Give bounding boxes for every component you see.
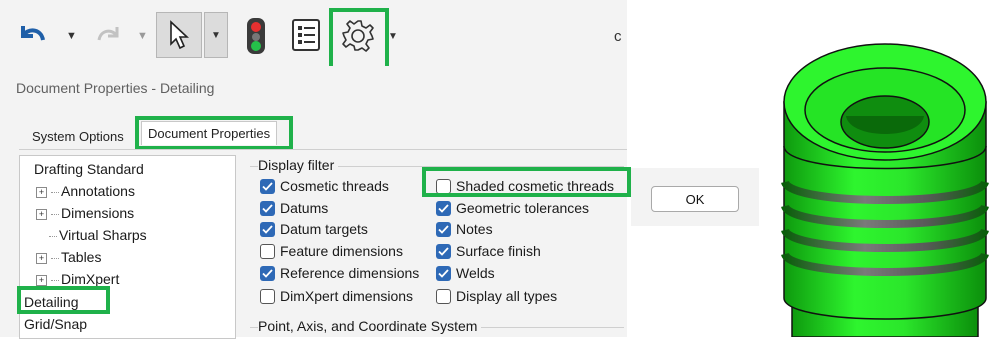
toolbar: ▼ ▼ ▼ ▼ c [0, 0, 627, 66]
tree-item-label: Tables [61, 249, 102, 265]
expander-icon[interactable]: + [36, 274, 47, 286]
checkbox-reference-dimensions[interactable]: Reference dimensions [260, 265, 419, 281]
checkbox-datums[interactable]: Datums [260, 200, 328, 216]
checkbox-dimxpert-dimensions[interactable]: DimXpert dimensions [260, 288, 413, 304]
checkbox-cosmetic-threads[interactable]: Cosmetic threads [260, 178, 389, 194]
checkbox-label: Datums [280, 200, 329, 216]
checkbox-checked-icon[interactable] [260, 200, 275, 216]
tree-item-dimxpert[interactable]: + DimXpert [36, 271, 119, 287]
tree-item-annotations[interactable]: + Annotations [36, 183, 135, 199]
tree-item-virtual-sharps[interactable]: Virtual Sharps [49, 227, 147, 243]
properties-list-icon[interactable] [288, 16, 324, 54]
checkbox-checked-icon[interactable] [260, 221, 275, 237]
checkbox-label: DimXpert dimensions [280, 288, 414, 304]
checkbox-checked-icon[interactable] [436, 265, 451, 281]
undo-icon[interactable] [14, 18, 50, 52]
tree-item-label: DimXpert [61, 271, 120, 287]
point-axis-group-title: Point, Axis, and Coordinate System [258, 318, 482, 334]
checkbox-feature-dimensions[interactable]: Feature dimensions [260, 243, 403, 259]
checkbox-label: Geometric tolerances [456, 200, 590, 216]
tree-connector [51, 279, 59, 281]
checkbox-checked-icon[interactable] [260, 178, 275, 194]
tree-connector [51, 257, 59, 259]
checkbox-label: Reference dimensions [280, 265, 420, 281]
checkbox-checked-icon[interactable] [436, 221, 451, 237]
checkbox-datum-targets[interactable]: Datum targets [260, 221, 368, 237]
checkbox-label: Welds [456, 265, 495, 281]
dialog-title: Document Properties - Detailing [16, 80, 215, 96]
undo-dropdown-arrow[interactable]: ▼ [66, 30, 77, 42]
checkbox-unchecked-icon[interactable] [260, 288, 275, 304]
tree-item-grid-snap[interactable]: Grid/Snap [24, 316, 87, 332]
ok-button[interactable]: OK [651, 186, 739, 212]
detailing-highlight [17, 286, 110, 314]
tree-connector [49, 235, 57, 237]
checkbox-label: Datum targets [280, 221, 368, 237]
select-pointer-icon[interactable] [156, 12, 202, 58]
checkbox-geometric-tolerances[interactable]: Geometric tolerances [436, 200, 589, 216]
expander-icon[interactable]: + [36, 252, 47, 264]
toolbar-partial-text: c [614, 28, 622, 45]
checkbox-label: Notes [456, 221, 493, 237]
expander-icon[interactable]: + [36, 208, 47, 220]
checkbox-unchecked-icon[interactable] [436, 288, 451, 304]
checkbox-checked-icon[interactable] [436, 243, 451, 259]
checkbox-welds[interactable]: Welds [436, 265, 495, 281]
tree-connector [51, 191, 59, 193]
checkbox-surface-finish[interactable]: Surface finish [436, 243, 541, 259]
checkbox-unchecked-icon[interactable] [260, 243, 275, 259]
traffic-light-icon[interactable] [243, 16, 269, 56]
tree-item-dimensions[interactable]: + Dimensions [36, 205, 134, 221]
gear-highlight [329, 8, 389, 70]
select-dropdown-arrow[interactable]: ▼ [204, 12, 228, 58]
checkbox-label: Display all types [456, 288, 558, 304]
checkbox-label: Feature dimensions [280, 243, 403, 259]
redo-icon[interactable] [92, 20, 126, 50]
checkbox-display-all-types[interactable]: Display all types [436, 288, 557, 304]
checkbox-checked-icon[interactable] [260, 265, 275, 281]
checkbox-notes[interactable]: Notes [436, 221, 493, 237]
checkbox-label: Cosmetic threads [280, 178, 389, 194]
tab-highlight [135, 116, 293, 150]
tab-strip-line [19, 149, 627, 150]
checkbox-checked-icon[interactable] [436, 200, 451, 216]
redo-dropdown-arrow[interactable]: ▼ [137, 30, 148, 42]
display-filter-title: Display filter [258, 157, 339, 173]
expander-icon[interactable]: + [36, 186, 47, 198]
tab-system-options[interactable]: System Options [26, 125, 130, 148]
shaded-threads-highlight [422, 167, 631, 197]
tree-connector [51, 213, 59, 215]
threaded-part-image [781, 43, 989, 337]
tree-item-tables[interactable]: + Tables [36, 249, 101, 265]
checkbox-label: Surface finish [456, 243, 541, 259]
tree-item-label: Annotations [61, 183, 135, 199]
tree-item-label: Dimensions [61, 205, 135, 221]
tree-item-drafting-standard[interactable]: Drafting Standard [34, 161, 144, 177]
tree-item-label: Virtual Sharps [59, 227, 147, 243]
